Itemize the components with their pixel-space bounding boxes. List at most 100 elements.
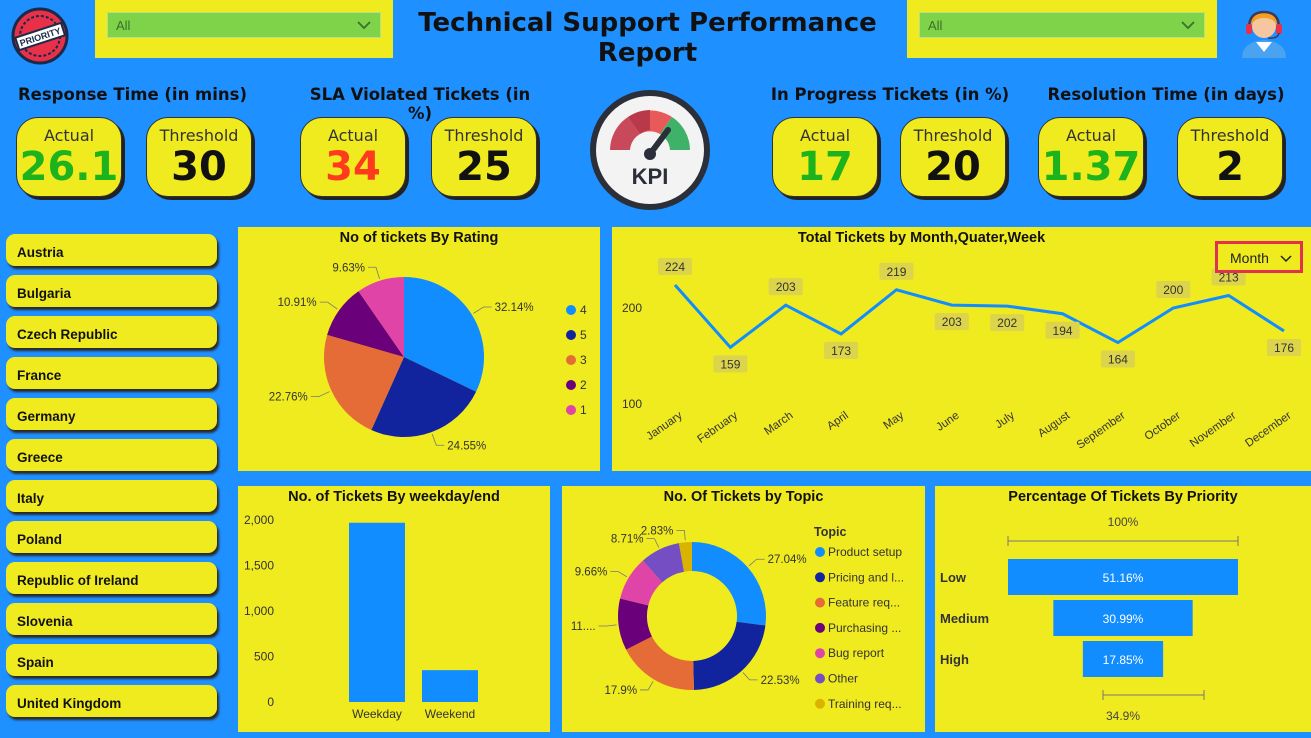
x-tick-label: August — [1036, 409, 1073, 440]
chart-title: No of tickets By Rating — [339, 230, 499, 246]
data-label: 27.04% — [768, 554, 807, 566]
gauge-text: KPI — [632, 164, 669, 189]
country-label: Germany — [17, 409, 76, 424]
leader-line — [676, 529, 686, 541]
page-title: Technical Support Performance Report — [418, 8, 877, 68]
y-tick-label: 500 — [254, 650, 274, 664]
card-value: 25 — [456, 144, 512, 190]
x-tick-label: September — [1075, 410, 1128, 452]
funnel-category-label: High — [940, 652, 969, 667]
leader-line — [748, 558, 765, 567]
data-label: 10.91% — [278, 297, 317, 309]
y-tick-label: 1,000 — [244, 604, 274, 618]
data-label: 2.83% — [641, 525, 674, 537]
panel-tickets-by-rating: No of tickets By Rating 32.14% 24.55% 22.7… — [238, 227, 600, 471]
y-tick-label: 100 — [622, 397, 642, 411]
data-label: 8.71% — [611, 534, 644, 546]
leader-line — [742, 672, 758, 681]
leader-line — [646, 538, 660, 548]
leader-line — [598, 624, 617, 627]
priority-logo: PRIORITY — [10, 6, 70, 66]
card-title: Threshold — [159, 126, 239, 145]
country-slicer-item[interactable]: United Kingdom — [6, 685, 217, 717]
country-label: Austria — [17, 245, 64, 260]
x-tick-label: October — [1143, 410, 1184, 443]
panel-tickets-by-month: Total Tickets by Month,Quater,Week 100 20… — [612, 227, 1311, 471]
country-label: Italy — [17, 491, 45, 506]
legend-marker — [815, 698, 825, 709]
leader-line — [431, 433, 445, 446]
country-slicer-item[interactable]: France — [6, 357, 217, 389]
country-slicer-item[interactable]: Austria — [6, 234, 217, 266]
country-slicer-item[interactable]: Germany — [6, 398, 217, 430]
legend-label: Purchasing ... — [828, 621, 901, 635]
panel-tickets-by-weekday: No. of Tickets By weekday/end 0 500 1,000 1… — [238, 486, 550, 732]
legend-label: 2 — [580, 378, 587, 392]
leader-line — [319, 301, 338, 310]
x-tick-label: July — [993, 409, 1017, 431]
legend-marker — [815, 673, 825, 684]
kpi-card-response-threshold: Threshold 30 — [146, 117, 252, 197]
filter-slicer-left[interactable]: All — [95, 0, 393, 58]
month-dropdown[interactable]: Month — [1215, 241, 1303, 273]
card-value: 2 — [1216, 144, 1244, 190]
country-slicer-item[interactable]: Czech Republic — [6, 316, 217, 348]
line-series — [673, 283, 1285, 350]
funnel-value-label: 30.99% — [1103, 612, 1144, 626]
kpi-gauge-icon: KPI — [588, 88, 712, 212]
data-label: 194 — [1053, 324, 1073, 338]
country-label: France — [17, 368, 62, 383]
month-dropdown-label: Month — [1230, 250, 1269, 266]
country-slicer-item[interactable]: Slovenia — [6, 603, 217, 635]
data-label: 224 — [665, 260, 685, 274]
country-label: Republic of Ireland — [17, 573, 139, 588]
card-value: 1.37 — [1041, 144, 1141, 190]
kpi-card-progress-threshold: Threshold 20 — [900, 117, 1006, 197]
legend-label: Training req... — [828, 697, 902, 711]
data-label: 176 — [1274, 341, 1294, 355]
funnel-value-label: 17.85% — [1103, 653, 1144, 667]
kpi-card-response-actual: Actual 26.1 — [16, 117, 122, 197]
legend-marker — [566, 330, 576, 340]
filter-slicer-right[interactable]: All — [907, 0, 1217, 58]
card-value: 20 — [925, 144, 981, 190]
chevron-down-icon[interactable] — [354, 15, 374, 35]
country-slicer-item[interactable]: Bulgaria — [6, 275, 217, 307]
bar — [349, 522, 405, 702]
legend-label: 5 — [580, 328, 587, 342]
chevron-down-icon[interactable] — [1178, 15, 1198, 35]
card-title: Actual — [1065, 126, 1117, 145]
data-label: 159 — [720, 357, 740, 371]
country-slicer-item[interactable]: Greece — [6, 439, 217, 471]
slicer-right-value: All — [928, 18, 943, 33]
weekday-bar-chart: 0 500 1,000 1,500 2,000 Weekday Weekend — [244, 513, 478, 721]
month-line-chart: 100 200 224 January 159 February 203 March 173 Ap… — [622, 257, 1301, 452]
data-label: 17.9% — [604, 685, 637, 697]
legend-label: Bug report — [828, 646, 885, 660]
data-label: 164 — [1108, 353, 1128, 367]
card-title: Threshold — [1190, 126, 1270, 145]
data-label: 9.63% — [332, 262, 365, 274]
legend-label: Pricing and l... — [828, 570, 904, 584]
chart-title: No. Of Tickets by Topic — [663, 489, 824, 505]
card-title: Actual — [43, 126, 95, 145]
rating-pie-chart: 32.14% 24.55% 22.76% 10.91% 9.63% 4 5 3 2 1 — [269, 262, 587, 452]
legend-label: 4 — [580, 303, 587, 317]
country-slicer-item[interactable]: Italy — [6, 480, 217, 512]
legend-label: 1 — [580, 403, 587, 417]
donut-slice — [626, 636, 694, 690]
data-label: 22.53% — [761, 675, 800, 687]
funnel-top-label: 100% — [1108, 515, 1139, 529]
kpi-label-response-time: Response Time (in mins) — [17, 85, 248, 104]
priority-funnel-chart: 100% 51.16% Low 30.99% Medium 17.85% High 34.9% — [940, 515, 1239, 723]
legend-marker — [566, 355, 576, 365]
country-label: Bulgaria — [17, 286, 72, 301]
x-tick-label: December — [1243, 410, 1293, 450]
country-label: Poland — [17, 532, 63, 547]
data-label: 24.55% — [447, 440, 486, 452]
country-slicer-item[interactable]: Republic of Ireland — [6, 562, 217, 594]
country-slicer-item[interactable]: Poland — [6, 521, 217, 553]
country-slicer-item[interactable]: Spain — [6, 644, 217, 676]
leader-line — [367, 266, 380, 279]
kpi-card-progress-actual: Actual 17 — [772, 117, 878, 197]
